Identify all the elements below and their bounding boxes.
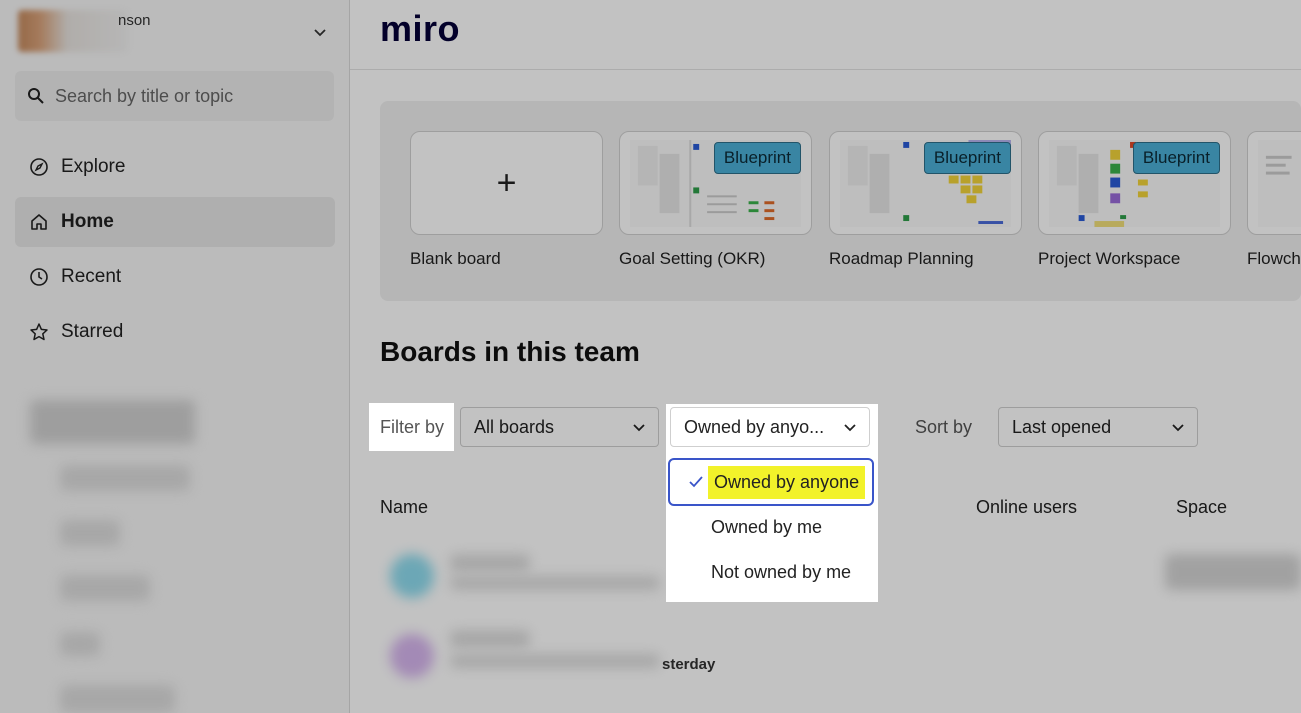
sort-select[interactable]: Last opened <box>998 407 1198 447</box>
option-label: Not owned by me <box>711 562 852 582</box>
blurred-space-item <box>60 632 100 656</box>
board-space-blurred <box>1165 554 1301 590</box>
option-label: Owned by me <box>711 517 823 537</box>
plus-icon: + <box>496 163 517 202</box>
chevron-down-icon <box>1172 424 1184 432</box>
template-thumbnail[interactable]: + <box>410 131 603 235</box>
column-header-online-users: Online users <box>976 497 1078 517</box>
template-label: Blank board <box>410 249 501 268</box>
template-label: Goal Setting (OKR) <box>619 249 766 268</box>
template-roadmap-planning[interactable]: Blueprint Roadmap Planning <box>829 131 1022 269</box>
sidebar-item-label: Starred <box>61 321 124 342</box>
filter-by-label: Filter by <box>369 403 454 451</box>
template-flowchart[interactable]: Flowch <box>1247 131 1301 269</box>
board-icon <box>390 554 434 598</box>
miro-app: nson Explore Home <box>0 0 1301 713</box>
table-row[interactable]: sterday <box>380 620 1301 690</box>
sidebar-item-starred[interactable]: Starred <box>15 307 335 357</box>
sidebar-item-recent[interactable]: Recent <box>15 252 335 302</box>
template-goal-setting[interactable]: Blueprint Goal Setting (OKR) <box>619 131 812 269</box>
template-gallery: + Blank board Blueprint Goal Setting (OK… <box>380 101 1301 301</box>
board-title-blurred <box>450 554 530 572</box>
compass-icon <box>30 158 48 176</box>
template-project-workspace[interactable]: Blueprint Project Workspace <box>1038 131 1231 269</box>
blueprint-badge: Blueprint <box>1132 142 1220 174</box>
search-input[interactable] <box>55 85 315 107</box>
all-boards-select-value: All boards <box>474 416 555 437</box>
chevron-down-icon <box>844 424 856 432</box>
team-switcher[interactable]: nson <box>18 8 336 54</box>
option-label: Owned by anyone <box>708 465 866 499</box>
template-thumbnail[interactable]: Blueprint <box>1038 131 1231 235</box>
template-thumbnail[interactable]: Blueprint <box>829 131 1022 235</box>
template-thumbnail[interactable] <box>1247 131 1301 235</box>
owner-filter-select-value: Owned by anyo... <box>684 416 825 437</box>
blueprint-badge: Blueprint <box>713 142 801 174</box>
board-meta-blurred <box>450 654 660 668</box>
board-title-blurred <box>450 630 530 648</box>
sidebar: nson Explore Home <box>0 0 350 713</box>
owner-option-anyone[interactable]: Owned by anyone <box>668 458 874 506</box>
template-label: Flowch <box>1247 249 1301 268</box>
owner-filter-select[interactable]: Owned by anyo... <box>670 407 870 447</box>
boards-section-title: Boards in this team <box>380 336 640 367</box>
blurred-space-item <box>60 685 175 713</box>
board-meta-blurred <box>450 576 660 590</box>
sidebar-item-home[interactable]: Home <box>15 197 335 247</box>
user-name: nson <box>118 12 151 29</box>
search-icon <box>28 88 44 104</box>
home-icon <box>31 214 47 230</box>
owner-option-me[interactable]: Owned by me <box>666 505 878 550</box>
board-icon <box>390 634 434 678</box>
check-icon <box>689 476 703 488</box>
sidebar-item-label: Recent <box>61 266 122 287</box>
template-blank-board[interactable]: + Blank board <box>410 131 603 269</box>
owner-filter-menu: Owned by anyone Owned by me Not owned by… <box>666 456 878 602</box>
all-boards-select[interactable]: All boards <box>460 407 659 447</box>
blurred-spaces-header <box>30 400 195 444</box>
sidebar-item-explore[interactable]: Explore <box>15 142 335 192</box>
avatar <box>18 10 128 52</box>
blurred-space-item <box>60 575 150 601</box>
clock-icon <box>30 268 48 286</box>
sidebar-item-label: Explore <box>61 156 126 177</box>
sort-select-value: Last opened <box>1012 416 1112 437</box>
template-label: Project Workspace <box>1038 249 1181 268</box>
column-header-space: Space <box>1176 497 1228 517</box>
search-box[interactable] <box>15 71 334 121</box>
blueprint-badge: Blueprint <box>923 142 1011 174</box>
template-preview <box>1258 140 1301 227</box>
main-content: miro + Blank board Blueprint Goal Settin… <box>350 0 1301 713</box>
miro-logo[interactable]: miro <box>380 8 460 50</box>
sidebar-item-label: Home <box>61 211 114 232</box>
blurred-space-item <box>60 465 190 491</box>
last-opened-text: sterday <box>662 656 716 673</box>
chevron-down-icon <box>633 424 645 432</box>
owner-option-not-me[interactable]: Not owned by me <box>666 550 878 595</box>
header: miro <box>350 0 1301 70</box>
star-icon <box>30 323 48 341</box>
chevron-down-icon[interactable] <box>312 24 328 40</box>
blurred-space-item <box>60 520 120 546</box>
column-header-name[interactable]: Name <box>380 497 428 518</box>
template-thumbnail[interactable]: Blueprint <box>619 131 812 235</box>
template-label: Roadmap Planning <box>829 249 974 268</box>
sort-by-label: Sort by <box>915 417 973 437</box>
